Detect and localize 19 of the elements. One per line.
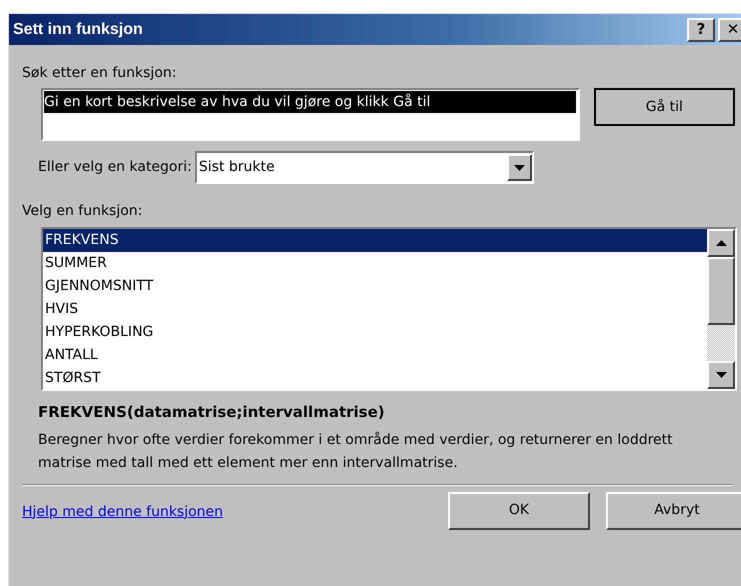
scroll-up-icon <box>716 240 726 246</box>
function-list-label: Velg en funksjon: <box>22 202 144 221</box>
dialog-button[interactable]: Avbryt <box>606 492 741 530</box>
dialog-button[interactable]: OK <box>448 492 590 530</box>
go-button[interactable]: Gå til <box>594 88 735 126</box>
help-link[interactable]: Hjelp med denne funksjonen <box>22 502 224 522</box>
dropdown-arrow-icon <box>514 164 525 170</box>
scroll-down-icon <box>716 372 726 378</box>
category-dropdown[interactable]: Sist brukte <box>194 151 534 184</box>
search-field[interactable]: Gi en kort beskrivelse av hva du vil gjøre og klikk Gå til <box>41 88 580 141</box>
scrollbar[interactable] <box>707 229 735 389</box>
window-title: Sett inn funksjon <box>13 20 143 40</box>
search-label: Søk etter en funksjon: <box>22 64 178 83</box>
function-signature: FREKVENS(datamatrise;intervallmatrise) <box>38 402 386 423</box>
category-label: Eller velg en kategori: <box>38 158 192 177</box>
function-description: Beregner hvor ofte verdier forekommer i et område med verdier, og returnerer en loddrett matrise med tall med ett element mer enn intervallmatrise. <box>38 430 674 472</box>
help-button[interactable]: ? <box>687 18 715 42</box>
function-list-item[interactable]: FREKVENS <box>43 229 707 252</box>
close-button[interactable]: ✕ <box>718 18 741 42</box>
